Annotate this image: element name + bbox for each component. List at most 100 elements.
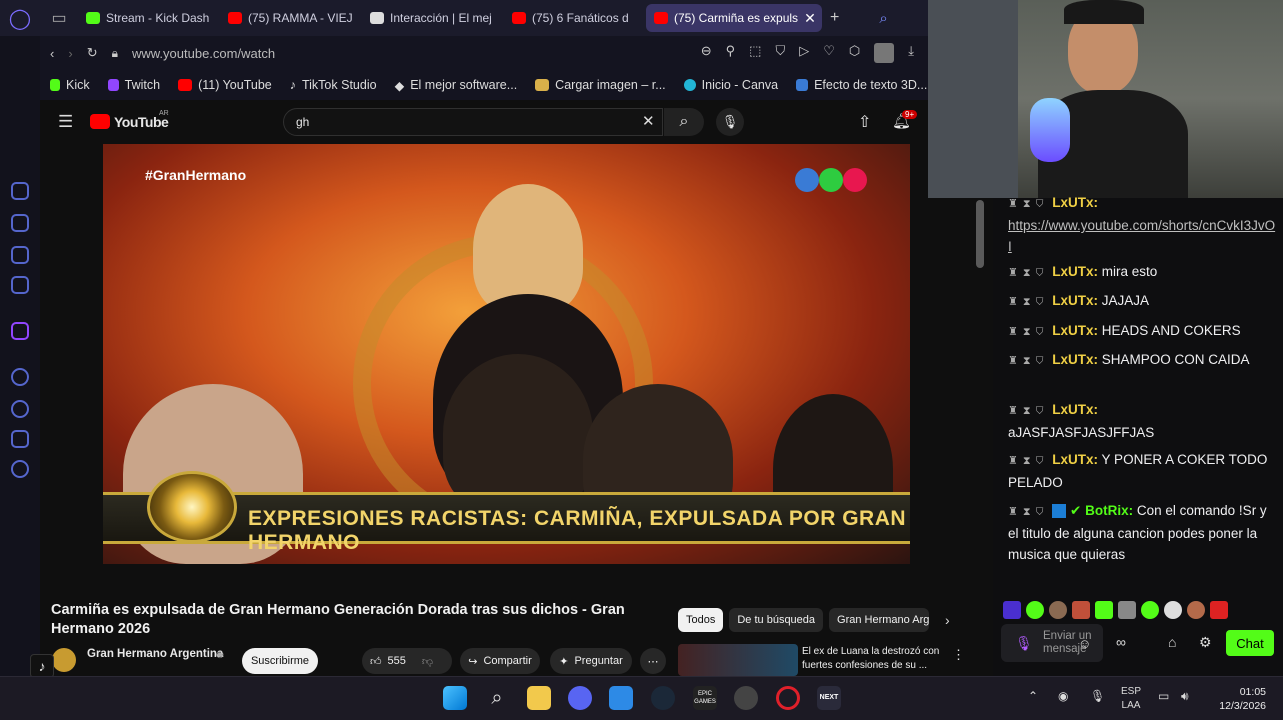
clock-icon[interactable] <box>11 400 29 418</box>
like-button[interactable]: 👍︎ 555 👎︎ <box>362 648 452 674</box>
menu-icon[interactable]: ☰ <box>58 112 73 132</box>
close-tab-icon[interactable]: ✕ <box>804 10 816 27</box>
tab-ramma[interactable]: (75) RAMMA - VIEJ <box>220 4 362 32</box>
page-scrollbar[interactable] <box>976 200 984 268</box>
emote-icon[interactable] <box>1187 601 1205 619</box>
url-field[interactable]: www.youtube.com/watch <box>132 46 275 61</box>
ai-icon[interactable] <box>11 214 29 232</box>
store-icon[interactable]: ⌂ <box>1168 634 1176 650</box>
mic-tray-icon[interactable]: 🎙︎ <box>1090 689 1105 703</box>
search-tabs-icon[interactable]: ⌕ <box>879 10 887 27</box>
tab-interaccion[interactable]: Interacción | El mej <box>362 4 504 32</box>
chip-gran-hermano[interactable]: Gran Hermano Argen <box>829 608 930 632</box>
pin-icon[interactable]: ⚲ <box>726 43 736 63</box>
twitch-icon[interactable] <box>11 322 29 340</box>
chat-link[interactable]: https://www.youtube.com/shorts/cnCvkI3Jv… <box>1008 218 1275 254</box>
back-icon[interactable]: ‹ <box>50 46 54 61</box>
shield-icon[interactable]: ⛉ <box>775 43 785 63</box>
youtube-logo-icon[interactable] <box>90 114 110 129</box>
search-icon[interactable]: ⌕ <box>485 686 509 710</box>
more-icon[interactable]: ⋯ <box>640 648 666 674</box>
clock[interactable]: 01:05 12/3/2026 <box>1210 685 1266 713</box>
new-tab-icon[interactable]: + <box>830 9 839 27</box>
volume-icon[interactable]: 🔊︎ <box>1181 689 1189 704</box>
emote-icon[interactable] <box>1003 601 1021 619</box>
bookmark-software[interactable]: ◆ El mejor software... <box>395 78 518 93</box>
next-video-thumbnail[interactable] <box>678 644 798 676</box>
download-icon[interactable]: ⤓ <box>908 43 914 63</box>
steam-icon[interactable] <box>651 686 675 710</box>
chip-de-tu-busqueda[interactable]: De tu búsqueda <box>729 608 824 632</box>
play-icon[interactable] <box>11 368 29 386</box>
search-button[interactable]: ⌕ <box>664 108 704 136</box>
profile-avatar[interactable] <box>874 43 895 63</box>
bookmark-kick[interactable]: Kick <box>50 78 90 92</box>
opera-logo-icon[interactable]: ◯ <box>0 6 40 31</box>
workspace-icon[interactable]: ▭ <box>40 8 78 28</box>
channel-avatar[interactable] <box>52 648 76 672</box>
upload-icon[interactable]: ⇧ <box>858 112 871 132</box>
discord-icon[interactable] <box>568 686 592 710</box>
tab-fanaticos[interactable]: (75) 6 Fanáticos d <box>504 4 646 32</box>
start-icon[interactable] <box>443 686 467 710</box>
bookmark-cargar-imagen[interactable]: Cargar imagen – r... <box>535 78 666 92</box>
bookmark-youtube[interactable]: (11) YouTube <box>178 78 272 92</box>
messenger-icon[interactable] <box>11 276 29 294</box>
emote-icon[interactable] <box>1026 601 1044 619</box>
share-button[interactable]: ↪ Compartir <box>460 648 540 674</box>
next-app-icon[interactable]: NEXT <box>817 686 841 710</box>
tab-carmina-active[interactable]: (75) Carmiña es expuls ✕ <box>646 4 822 32</box>
send-icon[interactable]: ▷ <box>799 43 809 63</box>
next-video-menu-icon[interactable]: ⋮ <box>952 647 965 663</box>
bookmark-twitch[interactable]: Twitch <box>107 78 160 92</box>
reload-icon[interactable]: ↻ <box>87 45 98 61</box>
subscribe-button[interactable]: Suscribirme <box>242 648 318 674</box>
mic-icon[interactable]: 🎙︎ <box>1015 635 1033 652</box>
zoom-icon[interactable]: ⊖ <box>701 43 712 63</box>
obs-icon[interactable] <box>734 686 758 710</box>
edit-icon[interactable] <box>11 246 29 264</box>
emote-icon[interactable] <box>1210 601 1228 619</box>
emote-icon[interactable] <box>1118 601 1136 619</box>
settings-icon[interactable] <box>11 460 29 478</box>
dislike-icon[interactable]: 👎︎ <box>422 655 433 668</box>
chip-todos[interactable]: Todos <box>678 608 724 632</box>
clear-search-icon[interactable]: ✕ <box>642 112 655 130</box>
store-app-icon[interactable] <box>609 686 633 710</box>
cube-icon[interactable] <box>11 430 29 448</box>
emoji-icon[interactable]: ☺ <box>1078 636 1091 651</box>
emote-icon[interactable] <box>1141 601 1159 619</box>
forward-icon[interactable]: › <box>68 46 72 61</box>
chat-settings-icon[interactable]: ⚙ <box>1199 634 1212 651</box>
bookmark-tiktok[interactable]: ♪ TikTok Studio <box>290 78 377 92</box>
file-explorer-icon[interactable] <box>527 686 551 710</box>
channel-name[interactable]: Gran Hermano Argentina <box>87 648 223 660</box>
opera-gx-icon[interactable] <box>776 686 800 710</box>
history-icon[interactable] <box>11 182 29 200</box>
chat-message: ♜⧗⛉ ✔ BotRix: Con el comando !Sr y el ti… <box>1008 503 1267 562</box>
extensions-icon[interactable]: ⬡ <box>849 43 860 63</box>
search-input[interactable]: gh <box>283 108 663 136</box>
heart-icon[interactable]: ♡ <box>823 43 835 63</box>
next-video-title[interactable]: El ex de Luana la destrozó con fuertes c… <box>802 645 942 673</box>
bookmark-texto-3d[interactable]: Efecto de texto 3D... <box>796 78 927 92</box>
network-icon[interactable]: ▭ <box>1158 689 1169 703</box>
language-indicator[interactable]: ESP LAA <box>1121 685 1141 713</box>
chevron-right-icon[interactable]: › <box>945 608 950 634</box>
emote-icon[interactable] <box>1049 601 1067 619</box>
chat-send-button[interactable]: Chat <box>1226 630 1274 656</box>
video-player[interactable]: #GranHermano EXPRESIONES RACISTAS: CARMI… <box>103 144 910 564</box>
diamond-icon: ◆ <box>394 78 405 93</box>
loop-icon[interactable]: ∞ <box>1116 634 1126 650</box>
tray-chevron-icon[interactable]: ⌃ <box>1028 689 1038 703</box>
emote-icon[interactable] <box>1164 601 1182 619</box>
epic-games-icon[interactable]: EPIC GAMES <box>693 686 717 710</box>
ask-button[interactable]: ✦ Preguntar <box>550 648 632 674</box>
snapshot-icon[interactable]: ⬚ <box>749 43 761 63</box>
mic-icon[interactable]: 🎙︎ <box>716 108 744 136</box>
steam-tray-icon[interactable]: ◉ <box>1058 689 1068 703</box>
emote-icon[interactable] <box>1095 601 1113 619</box>
emote-icon[interactable] <box>1072 601 1090 619</box>
tab-kick-dashboard[interactable]: Stream - Kick Dash <box>78 4 220 32</box>
bookmark-canva[interactable]: Inicio - Canva <box>683 78 778 92</box>
